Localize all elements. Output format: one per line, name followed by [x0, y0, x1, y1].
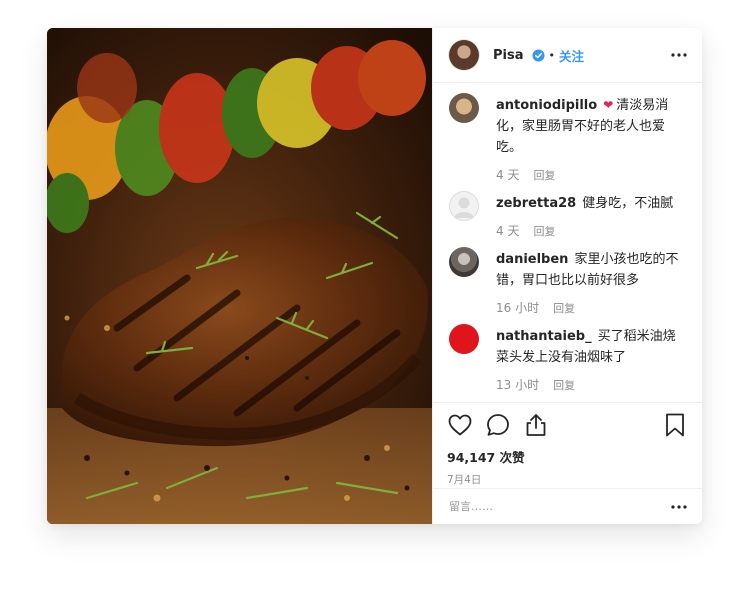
comment-list: antoniodipillo ❤ 清淡易消化，家里肠胃不好的老人也爱吃。 4 天 回…	[433, 83, 702, 428]
comment-text: 健身吃，不油腻	[582, 196, 674, 211]
commenter-avatar[interactable]	[449, 191, 479, 221]
verified-badge-icon	[531, 48, 545, 62]
post-actions: 94,147 次赞 7月4日	[433, 402, 702, 487]
header-separator: •	[548, 48, 556, 62]
default-user-icon	[454, 197, 474, 218]
bookmark-icon[interactable]	[662, 412, 688, 438]
commenter-username[interactable]: antoniodipillo	[496, 98, 597, 113]
comment-time: 16 小时	[496, 301, 540, 315]
add-comment-bar	[433, 488, 702, 524]
comment-item: antoniodipillo ❤ 清淡易消化，家里肠胃不好的老人也爱吃。 4 天 回…	[449, 93, 686, 183]
more-options-icon[interactable]	[670, 46, 688, 64]
author-avatar[interactable]	[449, 40, 479, 70]
commenter-username[interactable]: nathantaieb_	[496, 329, 592, 344]
reply-button[interactable]: 回复	[553, 377, 575, 393]
follow-button[interactable]: 关注	[559, 46, 584, 65]
commenter-avatar[interactable]	[449, 93, 479, 123]
reply-button[interactable]: 回复	[533, 223, 555, 239]
author-username[interactable]: Pisa	[493, 48, 524, 63]
comment-item: zebretta28 健身吃，不油腻 4 天 回复	[449, 191, 686, 239]
comment-icon[interactable]	[485, 412, 511, 438]
reply-button[interactable]: 回复	[553, 300, 575, 316]
commenter-avatar[interactable]	[449, 247, 479, 277]
commenter-username[interactable]: danielben	[496, 252, 568, 267]
comment-time: 4 天	[496, 168, 520, 182]
post-image[interactable]	[47, 28, 432, 524]
comment-item: danielben 家里小孩也吃的不错，胃口也比以前好很多 16 小时 回复	[449, 247, 686, 316]
comment-time: 4 天	[496, 224, 520, 238]
steak-photo	[47, 28, 432, 524]
commenter-username[interactable]: zebretta28	[496, 196, 576, 211]
share-icon[interactable]	[523, 412, 549, 438]
post-panel: Pisa • 关注 antoniodipillo ❤ 清淡易消化，家里肠胃不好的老人…	[432, 28, 702, 524]
post-date: 7月4日	[447, 474, 482, 486]
heart-emoji-icon: ❤	[603, 98, 614, 112]
post-card: Pisa • 关注 antoniodipillo ❤ 清淡易消化，家里肠胃不好的老人…	[47, 28, 702, 524]
heart-icon[interactable]	[447, 412, 473, 438]
comment-time: 13 小时	[496, 378, 540, 392]
comment-item: nathantaieb_ 买了稻米油烧菜头发上没有油烟味了 13 小时 回复	[449, 324, 686, 393]
post-header: Pisa • 关注	[433, 28, 702, 83]
more-options-icon[interactable]	[670, 498, 688, 516]
like-count[interactable]: 94,147 次赞	[447, 447, 688, 466]
comment-input[interactable]	[449, 500, 670, 513]
commenter-avatar[interactable]	[449, 324, 479, 354]
reply-button[interactable]: 回复	[533, 167, 555, 183]
